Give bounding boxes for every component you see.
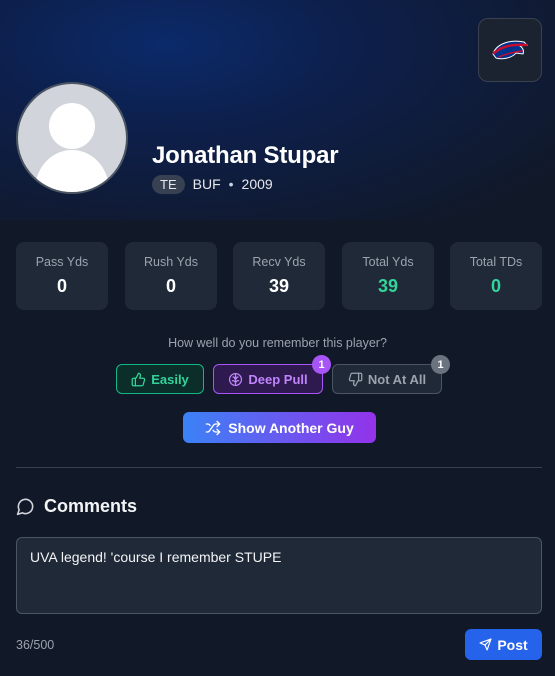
stat-label: Recv Yds [252,255,306,269]
comments-heading: Comments [16,496,137,517]
shuffle-icon [205,420,221,435]
thumbs-up-icon [131,372,146,386]
stat-label: Rush Yds [144,255,198,269]
position-badge: TE [152,174,185,194]
not-at-all-button[interactable]: Not At All 1 [332,355,450,394]
stat-value: 39 [377,276,399,296]
show-another-guy-label: Show Another Guy [228,419,354,436]
stat-value: 0 [165,276,176,296]
brain-icon [229,372,243,386]
player-meta: TE BUF • 2009 [152,174,273,194]
post-label: Post [497,636,528,653]
section-divider [16,467,542,468]
team-logo [478,18,542,82]
send-icon [479,638,492,651]
player-year: 2009 [241,176,273,192]
post-button[interactable]: Post [465,629,542,660]
bills-helmet-icon [492,40,529,60]
stat-label: Total Yds [362,255,414,269]
deep-pull-button[interactable]: Deep Pull 1 [213,355,331,394]
show-another-guy-button[interactable]: Show Another Guy [183,412,376,443]
recall-question: How well do you remember this player? [168,336,387,350]
comments-title: Comments [44,496,138,516]
team-code: BUF [192,176,221,192]
stat-value: 0 [490,276,501,296]
not-at-all-label: Not At All [367,371,427,387]
player-name: Jonathan Stupar [152,142,339,169]
stat-card-total-yds: Total Yds 39 [342,242,434,310]
stat-card-total-tds: Total TDs 0 [450,242,542,310]
easily-button[interactable]: Easily [116,364,204,394]
stat-value: 0 [56,276,67,296]
not-at-all-count-badge: 1 [431,355,450,374]
stat-value: 39 [268,276,290,296]
deep-pull-count-badge: 1 [312,355,331,374]
stat-card-pass-yds: Pass Yds 0 [16,242,108,310]
thumbs-down-icon [348,372,363,386]
stat-card-recv-yds: Recv Yds 39 [233,242,325,310]
meta-separator: • [228,176,234,192]
stat-label: Total TDs [469,255,523,269]
deep-pull-label: Deep Pull [248,371,308,387]
default-avatar-icon [34,103,110,192]
speech-bubble-icon [16,498,34,516]
stat-card-rush-yds: Rush Yds 0 [125,242,217,310]
char-counter: 36/500 [16,638,55,652]
stat-label: Pass Yds [35,255,89,269]
easily-label: Easily [151,371,189,387]
comment-input[interactable]: UVA legend! 'course I remember STUPE [16,537,542,614]
player-avatar [16,82,128,194]
